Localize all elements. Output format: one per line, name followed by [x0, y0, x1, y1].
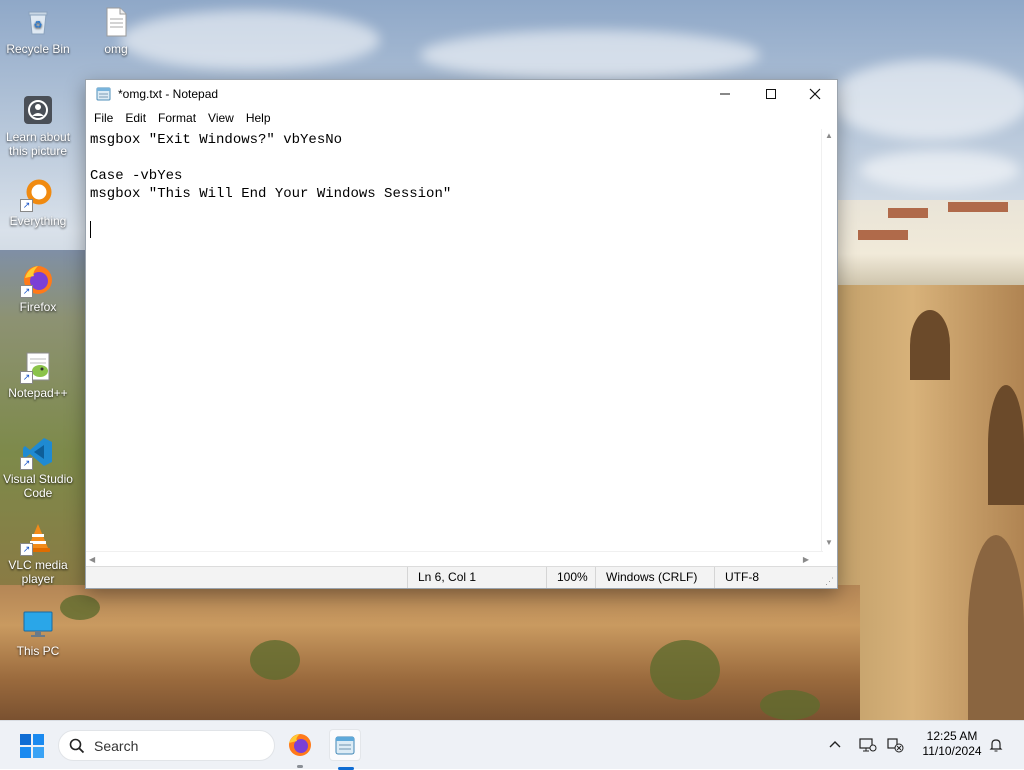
title-bar[interactable]: *omg.txt - Notepad: [86, 80, 837, 108]
notepad-icon: [96, 87, 111, 101]
windows-logo-icon: [20, 734, 44, 758]
network-disconnected-icon: [887, 738, 904, 753]
display-icon: [859, 738, 877, 752]
desktop-icon-label: Everything: [9, 214, 67, 228]
taskbar-notepad[interactable]: [329, 729, 361, 770]
shortcut-arrow-icon: ↗: [20, 285, 33, 298]
desktop-icon-this-pc[interactable]: This PC: [0, 608, 76, 658]
svg-text:♻: ♻: [34, 20, 43, 31]
scroll-up-arrow-icon[interactable]: ▲: [825, 131, 833, 140]
desktop-icon-label: Recycle Bin: [6, 42, 70, 56]
notifications-button[interactable]: [988, 721, 1004, 769]
desktop-icon-label: Learn about this picture: [5, 130, 71, 158]
status-zoom: 100%: [546, 567, 597, 588]
editor-line-5: ​: [90, 203, 819, 221]
scroll-right-arrow-icon[interactable]: ▶: [803, 555, 809, 564]
close-icon: [809, 88, 821, 100]
taskbar: Search 12:25 AM 11/10/2024: [0, 720, 1024, 770]
status-bar: Ln 6, Col 1 100% Windows (CRLF) UTF-8 ⋰: [86, 566, 837, 588]
resize-grip-icon[interactable]: ⋰: [825, 576, 834, 587]
clock-date: 11/10/2024: [922, 744, 982, 758]
shortcut-arrow-icon: ↗: [20, 543, 33, 556]
scroll-down-arrow-icon[interactable]: ▼: [825, 538, 833, 547]
taskbar-clock[interactable]: 12:25 AM 11/10/2024: [913, 729, 991, 759]
text-file-icon: [100, 6, 132, 38]
text-caret: [90, 221, 91, 238]
this-pc-icon: [22, 608, 54, 640]
taskbar-firefox[interactable]: [284, 729, 316, 768]
status-line-ending: Windows (CRLF): [595, 567, 716, 588]
taskbar-search-box[interactable]: Search: [58, 730, 275, 761]
notepad-icon: [335, 736, 355, 755]
shortcut-arrow-icon: ↗: [20, 199, 33, 212]
desktop-icon-label: This PC: [16, 644, 60, 658]
editor-line-1: msgbox "Exit Windows?" vbYesNo: [90, 132, 343, 148]
desktop-icon-label: Firefox: [19, 300, 57, 314]
maximize-icon: [766, 89, 776, 99]
status-cursor-position: Ln 6, Col 1: [407, 567, 548, 588]
clock-time: 12:25 AM: [926, 729, 978, 743]
desktop-icon-everything[interactable]: ↗ Everything: [0, 178, 76, 228]
search-placeholder: Search: [94, 737, 139, 754]
desktop-icon-omg[interactable]: omg: [78, 6, 154, 56]
tray-network-icon-button[interactable]: [886, 721, 904, 769]
maximize-button[interactable]: [748, 80, 794, 108]
shortcut-arrow-icon: ↗: [20, 457, 33, 470]
desktop-icon-learn-about-picture[interactable]: Learn about this picture: [0, 94, 76, 158]
editor-line-2: ​: [90, 149, 819, 167]
text-editor[interactable]: msgbox "Exit Windows?" vbYesNo​Case -vbY…: [86, 129, 823, 550]
desktop-icon-label: Visual Studio Code: [3, 472, 73, 500]
everything-search-icon: ↗: [20, 178, 54, 212]
close-button[interactable]: [792, 80, 838, 108]
menu-format[interactable]: Format: [152, 111, 202, 125]
desktop-icon-recycle-bin[interactable]: ♻ Recycle Bin: [0, 6, 76, 56]
firefox-icon: [289, 734, 311, 756]
recycle-bin-icon: ♻: [22, 6, 54, 38]
minimize-button[interactable]: [702, 80, 748, 108]
desktop-icon-firefox[interactable]: ↗ Firefox: [0, 264, 76, 314]
scroll-left-arrow-icon[interactable]: ◀: [89, 555, 95, 564]
notepad-window[interactable]: *omg.txt - Notepad File Edit Format View…: [85, 79, 838, 589]
editor-line-3: Case -vbYes: [90, 168, 183, 184]
bell-icon: [989, 739, 1003, 752]
status-encoding: UTF-8: [714, 567, 825, 588]
menu-file[interactable]: File: [88, 111, 119, 125]
desktop-icon-vlc[interactable]: ↗ VLC media player: [0, 522, 76, 586]
menu-bar: File Edit Format View Help: [86, 108, 837, 128]
vscode-icon: ↗: [20, 436, 54, 470]
tray-display-icon-button[interactable]: [859, 721, 877, 769]
minimize-icon: [720, 93, 730, 95]
desktop-icon-vscode[interactable]: ↗ Visual Studio Code: [0, 436, 76, 500]
learn-picture-icon: [22, 94, 54, 126]
window-title: *omg.txt - Notepad: [118, 87, 219, 101]
start-button[interactable]: [20, 734, 44, 758]
vertical-scrollbar[interactable]: ▲ ▼: [821, 129, 837, 551]
desktop-icon-notepad-plus-plus[interactable]: ↗ Notepad++: [0, 350, 76, 400]
vlc-icon: ↗: [20, 522, 54, 556]
search-icon: [69, 738, 85, 753]
chevron-up-icon: [829, 741, 841, 748]
editor-line-6: [90, 221, 819, 239]
notepad-plus-plus-icon: ↗: [20, 350, 54, 384]
desktop-icon-label: VLC media player: [8, 558, 68, 586]
editor-line-4: msgbox "This Will End Your Windows Sessi…: [90, 186, 452, 202]
shortcut-arrow-icon: ↗: [20, 371, 33, 384]
show-hidden-icons-button[interactable]: [828, 721, 842, 769]
desktop-icon-label: Notepad++: [8, 386, 68, 400]
menu-edit[interactable]: Edit: [119, 111, 152, 125]
firefox-icon: ↗: [20, 264, 54, 298]
desktop-icon-label: omg: [104, 42, 128, 56]
menu-help[interactable]: Help: [240, 111, 277, 125]
menu-view[interactable]: View: [202, 111, 240, 125]
